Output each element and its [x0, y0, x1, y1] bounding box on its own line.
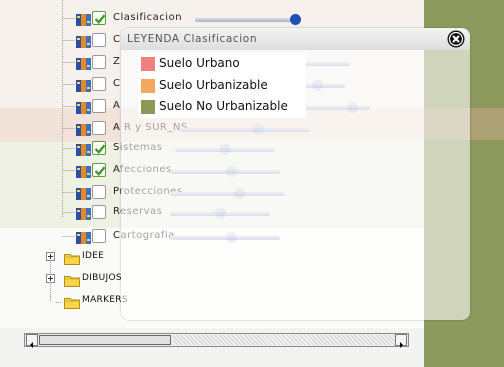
scroll-left-button[interactable] [26, 334, 38, 348]
layer-visibility-checkbox[interactable] [92, 55, 106, 69]
folder-icon [64, 250, 80, 265]
close-icon[interactable] [447, 30, 465, 48]
scroll-thumb[interactable] [39, 335, 171, 345]
layer-label: Clasificacion [113, 12, 183, 23]
legend-items: Suelo Urbano Suelo Urbanizable Suelo No … [138, 52, 306, 118]
legend-title: LEYENDA Clasificacion [127, 33, 258, 45]
layer-label: A [113, 100, 121, 111]
layer-stack-icon [76, 164, 92, 178]
layer-row[interactable]: Clasificacion [76, 10, 406, 28]
layer-visibility-checkbox[interactable] [92, 77, 106, 91]
legend-item-suelo-urbano: Suelo Urbano [141, 54, 306, 72]
layer-visibility-checkbox[interactable] [92, 229, 106, 243]
layer-stack-icon [76, 78, 92, 92]
layer-visibility-checkbox[interactable] [92, 121, 106, 135]
layer-visibility-checkbox[interactable] [92, 205, 106, 219]
layer-stack-icon [76, 56, 92, 70]
arrow-right-icon [400, 342, 403, 348]
expand-icon[interactable] [46, 274, 55, 283]
layer-stack-icon [76, 12, 92, 26]
opacity-slider-knob[interactable] [290, 14, 301, 25]
arrow-left-icon [30, 342, 33, 348]
layer-stack-icon [76, 206, 92, 220]
horizontal-scrollbar[interactable] [24, 333, 409, 348]
folder-icon [64, 294, 80, 309]
layer-stack-icon [76, 186, 92, 200]
legend-label: Suelo Urbanizable [159, 78, 268, 92]
legend-swatch [141, 100, 155, 114]
layer-visibility-checkbox[interactable] [92, 11, 106, 25]
layer-label: C [113, 78, 121, 89]
layer-visibility-checkbox[interactable] [92, 99, 106, 113]
folder-icon [64, 272, 80, 287]
layer-visibility-checkbox[interactable] [92, 163, 106, 177]
layer-visibility-checkbox[interactable] [92, 33, 106, 47]
layer-label: C [113, 34, 121, 45]
legend-label: Suelo No Urbanizable [159, 99, 288, 113]
legend-item-suelo-urbanizable: Suelo Urbanizable [141, 76, 306, 94]
legend-swatch [141, 57, 155, 71]
layer-visibility-checkbox[interactable] [92, 141, 106, 155]
folder-label: IDEE [82, 251, 105, 261]
legend-label: Suelo Urbano [159, 56, 240, 70]
legend-swatch [141, 79, 155, 93]
opacity-slider-track[interactable] [195, 18, 295, 22]
layer-visibility-checkbox[interactable] [92, 185, 106, 199]
layer-stack-icon [76, 100, 92, 114]
layer-stack-icon [76, 142, 92, 156]
expand-icon[interactable] [46, 252, 55, 261]
folder-label: DIBUJOS [82, 273, 122, 283]
scroll-right-button[interactable] [395, 334, 407, 348]
layer-stack-icon [76, 230, 92, 244]
layer-label: Z [113, 56, 121, 67]
legend-item-suelo-no-urbanizable: Suelo No Urbanizable [141, 97, 306, 115]
layer-stack-icon [76, 122, 92, 136]
scroll-track[interactable] [173, 335, 395, 345]
layer-stack-icon [76, 34, 92, 48]
